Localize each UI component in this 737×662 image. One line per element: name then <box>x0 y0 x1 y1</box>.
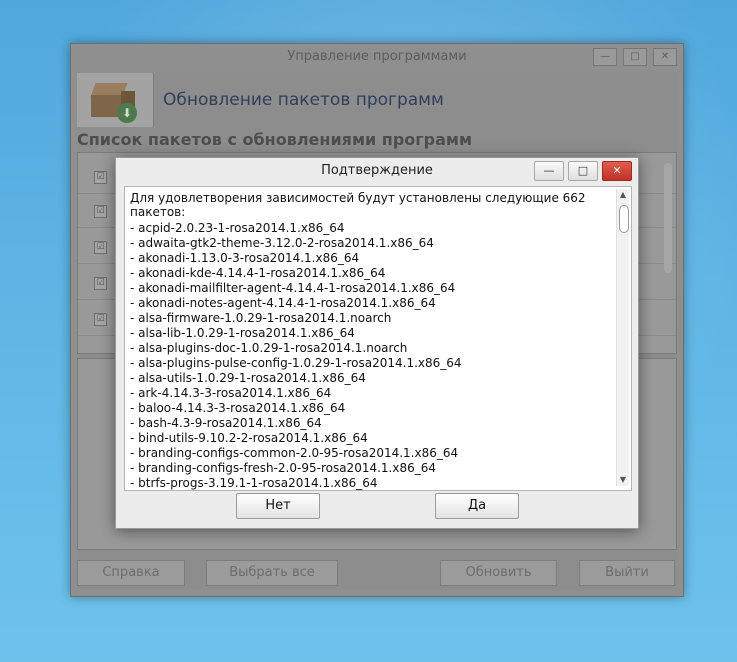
list-item: - alsa-plugins-pulse-config-1.0.29-1-ros… <box>130 356 462 370</box>
package-checkbox[interactable]: ☑ <box>94 241 107 254</box>
list-item: - alsa-plugins-doc-1.0.29-1-rosa2014.1.n… <box>130 341 408 355</box>
download-arrow-icon: ⬇ <box>117 103 137 123</box>
list-item: - alsa-utils-1.0.29-1-rosa2014.1.x86_64 <box>130 371 366 385</box>
dialog-minimize-button[interactable]: — <box>534 161 564 181</box>
dialog-maximize-button[interactable]: □ <box>568 161 598 181</box>
section-title: Список пакетов с обновлениями программ <box>77 130 473 149</box>
scroll-down-icon[interactable]: ▼ <box>617 474 629 486</box>
main-minimize-button[interactable]: — <box>593 48 617 66</box>
list-item: - akonadi-notes-agent-4.14.4-1-rosa2014.… <box>130 296 436 310</box>
list-item: - branding-configs-fresh-2.0-95-rosa2014… <box>130 461 436 475</box>
list-item: - alsa-firmware-1.0.29-1-rosa2014.1.noar… <box>130 311 392 325</box>
main-maximize-button[interactable]: □ <box>623 48 647 66</box>
package-list-scrollbar[interactable] <box>664 163 672 273</box>
list-item: - ark-4.14.3-3-rosa2014.1.x86_64 <box>130 386 332 400</box>
package-checkbox[interactable]: ☑ <box>94 313 107 326</box>
list-item: - bash-4.3-9-rosa2014.1.x86_64 <box>130 416 322 430</box>
dialog-close-button[interactable]: ✕ <box>602 161 632 181</box>
package-checkbox[interactable]: ☑ <box>94 277 107 290</box>
select-all-button[interactable]: Выбрать все <box>206 560 338 586</box>
dependency-text-area[interactable]: Для удовлетворения зависимостей будут ус… <box>124 186 632 491</box>
dialog-window-controls: — □ ✕ <box>534 161 632 181</box>
list-item: - bind-utils-9.10.2-2-rosa2014.1.x86_64 <box>130 431 368 445</box>
list-item: - btrfs-progs-3.19.1-1-rosa2014.1.x86_64 <box>130 476 378 490</box>
dialog-vertical-scrollbar[interactable]: ▲ ▼ <box>616 189 629 486</box>
main-close-button[interactable]: ✕ <box>653 48 677 66</box>
scroll-thumb[interactable] <box>619 205 629 233</box>
list-item: - akonadi-kde-4.14.4-1-rosa2014.1.x86_64 <box>130 266 386 280</box>
main-window-title: Управление программами <box>287 49 467 64</box>
list-item: - acpid-2.0.23-1-rosa2014.1.x86_64 <box>130 221 345 235</box>
package-checkbox[interactable]: ☑ <box>94 205 107 218</box>
main-heading: Обновление пакетов программ <box>163 90 444 110</box>
help-button[interactable]: Справка <box>77 560 185 586</box>
list-item: - akonadi-1.13.0-3-rosa2014.1.x86_64 <box>130 251 360 265</box>
list-item: - akonadi-mailfilter-agent-4.14.4-1-rosa… <box>130 281 456 295</box>
no-button[interactable]: Нет <box>236 493 320 519</box>
confirmation-dialog: Подтверждение — □ ✕ Для удовлетворения з… <box>115 157 639 529</box>
package-update-icon: ⬇ <box>77 73 154 127</box>
package-checkbox[interactable]: ☑ <box>94 171 107 184</box>
main-window-controls: — □ ✕ <box>593 48 677 66</box>
quit-button[interactable]: Выйти <box>579 560 675 586</box>
list-item: - adwaita-gtk2-theme-3.12.0-2-rosa2014.1… <box>130 236 434 250</box>
list-item: - branding-configs-common-2.0-95-rosa201… <box>130 446 459 460</box>
update-button[interactable]: Обновить <box>440 560 557 586</box>
dialog-titlebar: Подтверждение — □ ✕ <box>116 158 638 184</box>
scroll-up-icon[interactable]: ▲ <box>617 189 629 201</box>
dependency-message: Для удовлетворения зависимостей будут ус… <box>130 191 586 219</box>
dependency-package-list: - acpid-2.0.23-1-rosa2014.1.x86_64- adwa… <box>130 221 462 490</box>
yes-button[interactable]: Да <box>435 493 519 519</box>
list-item: - baloo-4.14.3-3-rosa2014.1.x86_64 <box>130 401 346 415</box>
list-item: - alsa-lib-1.0.29-1-rosa2014.1.x86_64 <box>130 326 355 340</box>
